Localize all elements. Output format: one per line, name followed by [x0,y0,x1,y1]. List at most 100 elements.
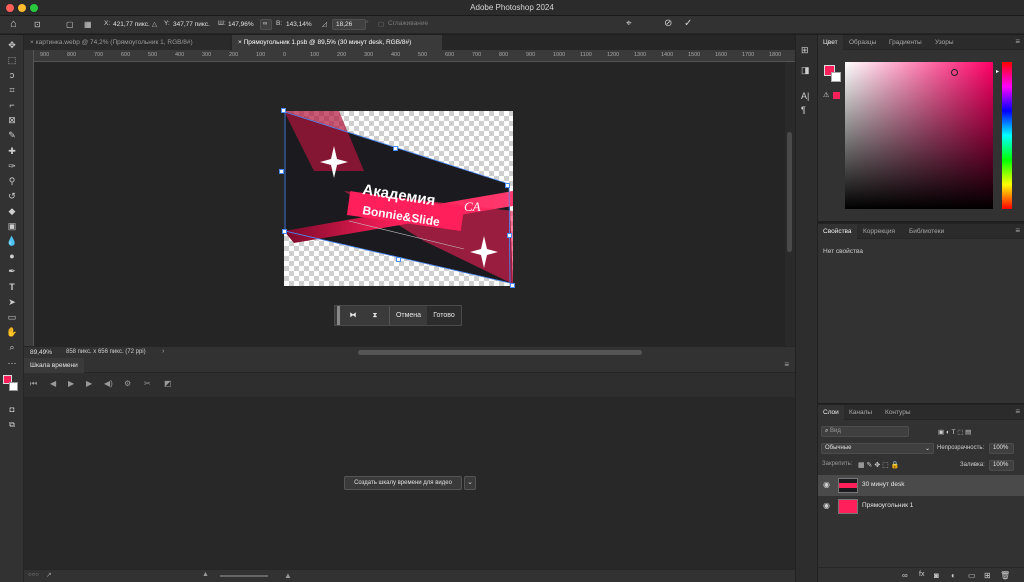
flip-horizontal-icon[interactable]: ⧓ [343,306,363,325]
vertical-scroll-thumb[interactable] [787,132,792,252]
tab-document-1[interactable]: × картинка.webp @ 74,2% (Прямоугольник 1… [24,35,230,50]
home-icon[interactable]: ⌂ [10,18,17,30]
lasso-tool-icon[interactable]: ↄ [3,69,21,82]
tab-color[interactable]: Цвет [818,35,843,50]
quick-mask-icon[interactable]: ◘ [3,403,21,416]
adjustment-layer-icon[interactable]: ◐ [951,571,956,580]
layer-name[interactable]: Прямоугольник 1 [862,502,913,509]
warp-icon[interactable]: ⌖ [626,18,632,29]
tab-close-icon[interactable]: × [238,39,242,46]
background-swatch[interactable] [831,72,841,82]
hue-pointer-icon[interactable]: ▸ [996,68,999,75]
eraser-tool-icon[interactable]: ◆ [3,205,21,218]
y-field[interactable]: 347,77 пикс. [173,21,210,28]
create-video-timeline-button[interactable]: Создать шкалу времени для видео [344,476,462,490]
cancel-button[interactable]: Отмена [389,306,427,325]
tab-gradients[interactable]: Градиенты [884,35,927,50]
tab-document-2[interactable]: × Прямоугольник 1.psb @ 89,5% (30 минут … [232,35,442,50]
layer-style-icon[interactable]: fx [919,571,924,578]
document-info[interactable]: 858 пикс. x 656 пикс. (72 ppi) [66,349,146,355]
filter-type-icons[interactable]: ▣ ◐ T ⬚ ▤ [938,428,971,436]
opacity-field[interactable]: 100% [989,443,1014,454]
link-layers-icon[interactable]: ∞ [902,571,908,580]
height-field[interactable]: 143,14% [286,21,312,28]
tab-paths[interactable]: Контуры [880,405,916,420]
transform-handle[interactable] [282,229,287,234]
color-picker-cursor[interactable] [951,69,958,76]
character-icon[interactable]: A| [801,91,809,101]
hand-tool-icon[interactable]: ✋ [3,326,21,339]
type-tool-icon[interactable]: T [3,281,21,294]
healing-brush-tool-icon[interactable]: ✚ [3,145,21,158]
clone-stamp-tool-icon[interactable]: ⚲ [3,175,21,188]
transform-handle[interactable] [279,169,284,174]
next-frame-icon[interactable]: ▶ [86,379,92,388]
blur-tool-icon[interactable]: 💧 [3,235,21,248]
tab-layers[interactable]: Слои [818,405,844,420]
timeline-type-dropdown[interactable]: ⌄ [464,476,476,490]
split-scissors-icon[interactable]: ✂ [144,379,151,388]
tab-close-icon[interactable]: × [30,39,34,46]
panel-menu-icon[interactable]: ≡ [784,360,789,369]
tab-libraries[interactable]: Библиотеки [904,224,949,239]
tab-patterns[interactable]: Узоры [930,35,959,50]
visibility-eye-icon[interactable]: ◉ [823,501,830,510]
eyedropper-tool-icon[interactable]: ✎ [3,129,21,142]
crop-tool-icon[interactable]: ⌐ [3,99,21,112]
transform-handle[interactable] [505,183,510,188]
smoothing-checkbox[interactable]: ▢ [378,20,384,28]
convert-icon[interactable]: ↗ [46,571,52,579]
reference-point-icon[interactable]: ▢ [66,20,74,29]
hue-slider[interactable] [1002,62,1012,209]
marquee-tool-icon[interactable]: ⬚ [3,54,21,67]
frame-tool-icon[interactable]: ⊠ [3,114,21,127]
panel-menu-icon[interactable]: ≡ [1015,226,1020,235]
tab-properties[interactable]: Свойства [818,224,857,239]
zoom-in-icon[interactable]: ▲ [284,571,292,580]
play-icon[interactable]: ▶ [68,379,74,388]
dodge-tool-icon[interactable]: ● [3,250,21,263]
comments-icon[interactable]: ◨ [801,65,810,76]
add-mask-icon[interactable]: ◙ [934,571,939,580]
tab-swatches[interactable]: Образцы [844,35,881,50]
move-tool-icon[interactable]: ✥ [3,39,21,52]
done-button[interactable]: Готово [427,306,461,325]
history-brush-tool-icon[interactable]: ↺ [3,190,21,203]
vertical-scrollbar[interactable] [785,62,795,346]
width-field[interactable]: 147,96% [228,21,254,28]
gradient-tool-icon[interactable]: ▣ [3,220,21,233]
delta-icon[interactable]: △ [152,20,157,28]
delete-layer-icon[interactable]: 🗑 [1000,571,1010,580]
paragraph-icon[interactable]: ¶ [801,105,806,115]
layer-row[interactable]: ◉ 30 минут desk [818,475,1024,496]
transform-handle[interactable] [507,233,512,238]
settings-gear-icon[interactable]: ⚙ [124,379,131,388]
more-tools-icon[interactable]: ⋯ [3,357,21,370]
timeline-zoom-slider[interactable] [220,575,268,577]
commit-transform-icon[interactable]: ✓ [684,18,692,29]
rectangle-tool-icon[interactable]: ▭ [3,311,21,324]
zoom-level[interactable]: 89,49% [30,349,52,356]
layer-row[interactable]: ◉ Прямоугольник 1 [818,496,1024,517]
transition-icon[interactable]: ◩ [164,379,172,388]
flip-vertical-icon[interactable]: ⧗ [365,306,385,325]
transform-handle[interactable] [393,146,398,151]
history-icon[interactable]: ⊞ [801,45,809,56]
first-frame-icon[interactable]: ⏮ [30,379,37,389]
lock-icons[interactable]: ▦ ✎ ✥ ⬚ 🔒 [858,461,899,469]
background-color-swatch[interactable] [9,382,18,391]
new-group-icon[interactable]: ▭ [968,571,976,580]
transform-mode-icon[interactable]: ⊡ [34,20,41,29]
x-field[interactable]: 421,77 пикс. [113,21,150,28]
transform-handle[interactable] [396,257,401,262]
pen-tool-icon[interactable]: ✒ [3,265,21,278]
transform-handle[interactable] [510,283,515,288]
layer-filter-search[interactable]: ⌕ Вид [821,426,909,437]
color-picker-field[interactable] [845,62,993,209]
object-select-tool-icon[interactable]: ⌗ [3,84,21,97]
zoom-tool-icon[interactable]: ⌕ [3,341,21,354]
panel-menu-icon[interactable]: ≡ [1015,407,1020,416]
path-selection-tool-icon[interactable]: ➤ [3,296,21,309]
previous-frame-icon[interactable]: ◀ [50,379,56,388]
visibility-eye-icon[interactable]: ◉ [823,480,830,489]
